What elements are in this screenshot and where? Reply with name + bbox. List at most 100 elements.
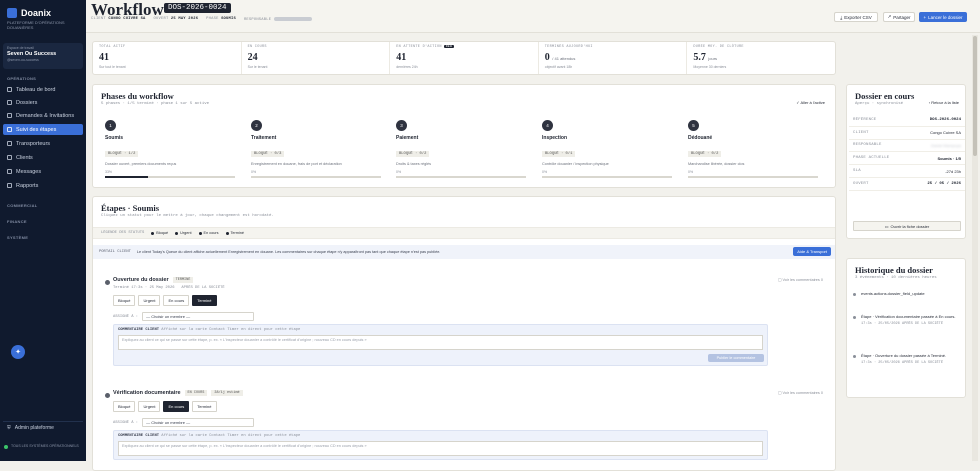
- detail-label: RÉFÉRENCE: [853, 117, 877, 122]
- phase-progress: [251, 176, 381, 178]
- share-label: Partager: [893, 14, 911, 20]
- phase-progress: [396, 176, 526, 178]
- phase-card[interactable]: 4 Inspection BLOQUÉ · 0/1 Contrôle douan…: [542, 120, 680, 178]
- step-header: Vérification documentaire EN COURS 38/1j e…: [113, 390, 833, 396]
- history-dot-icon: [853, 316, 856, 319]
- phase-meta-value: SOUMIS: [221, 17, 236, 21]
- date-meta-label: OUVERT: [153, 17, 169, 21]
- share-button[interactable]: ↗ Partager: [883, 12, 915, 22]
- phase-name: Inspection: [542, 135, 568, 141]
- step-meta-time: Terminé 17:3s · 25 May 2026: [113, 286, 175, 290]
- launch-dossier-button[interactable]: + Lancer le dossier: [919, 12, 967, 22]
- phase-card[interactable]: 1 Soumis BLOQUÉ · 1/2 Dossier ouvert, pr…: [105, 120, 243, 178]
- detail-value: 25 / 05 / 2026: [927, 181, 961, 186]
- stat-value: 41: [396, 52, 532, 63]
- history-text: Étape · Vérification documentaire passée…: [861, 314, 956, 319]
- comment-input[interactable]: Expliquez au client ce qui se passe sur …: [118, 441, 763, 456]
- stat-label-text: EN ATTENTE D'ACTION: [396, 45, 442, 49]
- stat-sub: objectif avant 18h: [544, 65, 573, 69]
- legend-item-label: Bloqué: [156, 231, 169, 235]
- users-icon: [7, 155, 12, 160]
- history-time-row: 17:3s · 25/05/2026 APRÈS DE LA SOCIÉTÉ: [855, 322, 961, 326]
- sidebar-item-messages[interactable]: Messages: [3, 166, 83, 177]
- view-comments-link[interactable]: ▢ Voir les commentaires 0: [778, 390, 823, 395]
- comment-hint: Affiché sur la carte Contact Timer en di…: [161, 328, 301, 332]
- system-status-text: TOUS LES SYSTÈMES OPÉRATIONNELS: [11, 444, 79, 448]
- step-item: Vérification documentaire EN COURS 38/1j e…: [105, 390, 833, 460]
- steps-card: Étapes · Soumis Cliquez un statut pour l…: [92, 196, 836, 471]
- sidebar-item-carriers[interactable]: Transporteurs: [3, 138, 83, 149]
- truck-icon: [7, 141, 12, 146]
- system-status: TOUS LES SYSTÈMES OPÉRATIONNELS: [4, 444, 82, 449]
- history-text: events.actions.dossier_field_update: [861, 291, 925, 296]
- phase-meta-label: PHASE: [206, 17, 219, 21]
- sidebar-item-dashboard[interactable]: Tableau de bord: [3, 84, 83, 95]
- phase-card[interactable]: 2 Traitement BLOQUÉ · 0/3 Enregistrement…: [251, 120, 389, 178]
- legend-dot-icon: [198, 231, 202, 235]
- stat-unit: jours: [708, 56, 718, 61]
- sidebar-item-label: Suivi des étapes: [16, 126, 57, 133]
- portal-banner: PORTAIL CLIENT Le client Today's Queue d…: [93, 245, 835, 259]
- status-done-button[interactable]: Terminé: [192, 295, 217, 306]
- launch-label: Lancer le dossier: [928, 14, 963, 20]
- sidebar-item-label: Transporteurs: [16, 140, 51, 147]
- sidebar-item-reports[interactable]: Rapports: [3, 180, 83, 191]
- scrollbar-thumb[interactable]: [973, 36, 977, 156]
- admin-platform-link[interactable]: ⛨ Admin plateforme: [3, 421, 83, 433]
- steps-icon: [7, 127, 12, 132]
- history-card: Historique du dossier 3 événements · 10 …: [846, 258, 966, 398]
- stat-number: 41: [396, 52, 407, 63]
- phase-card[interactable]: 3 Paiement BLOQUÉ · 0/2 Droits & taxes r…: [396, 120, 534, 178]
- status-done-button[interactable]: Terminé: [192, 401, 217, 412]
- plus-icon: +: [923, 14, 927, 20]
- detail-label: CLIENT: [853, 130, 869, 135]
- sidebar-item-dossiers[interactable]: Dossiers: [3, 97, 83, 108]
- status-inprogress-button[interactable]: En cours: [163, 401, 190, 412]
- workspace-switcher[interactable]: Espace de travail Seven Ou Success @seve…: [3, 43, 83, 69]
- section-operations[interactable]: OPÉRATIONS: [7, 76, 36, 81]
- dossier-details: RÉFÉRENCE DOS-2026-0024 CLIENT Congo Cuivr…: [849, 114, 965, 191]
- stat-value: 24: [248, 52, 384, 63]
- status-blocked-button[interactable]: Bloqué: [113, 295, 136, 306]
- section-system[interactable]: SYSTÈME: [7, 235, 28, 240]
- step-name: Ouverture du dossier: [113, 277, 169, 283]
- sidebar-item-steps[interactable]: Suivi des étapes: [3, 124, 83, 135]
- status-blocked-button[interactable]: Bloqué: [113, 401, 136, 412]
- status-urgent-button[interactable]: Urgent: [138, 401, 161, 412]
- phase-desc: Enregistrement en douane, frais de port …: [251, 162, 342, 166]
- comment-label: COMMENTAIRE CLIENT: [118, 328, 160, 332]
- section-finance[interactable]: FINANCE: [7, 219, 27, 224]
- comment-input[interactable]: Expliquez au client ce qui se passe sur …: [118, 335, 763, 350]
- phase-pct: 0%: [396, 170, 402, 174]
- stat-label: EN COURS: [247, 45, 267, 49]
- phase-number: 2: [251, 120, 262, 131]
- logo[interactable]: Doanix: [7, 8, 51, 18]
- section-commercial[interactable]: COMMERCIAL: [7, 203, 38, 208]
- legend-item-label: Urgent: [180, 231, 192, 235]
- assign-select[interactable]: — Choisir un membre —: [142, 418, 255, 427]
- go-active-link[interactable]: ✓ Aller à l'active: [796, 100, 825, 105]
- assign-label: ASSIGNÉ À :: [113, 420, 139, 425]
- phase-pct: 0%: [688, 170, 694, 174]
- file-icon: ▭: [884, 223, 889, 229]
- view-comments-link[interactable]: ▢ Voir les commentaires 0: [778, 277, 823, 282]
- assistant-button[interactable]: ✦: [11, 345, 25, 359]
- stat-value: 5.7 jours: [693, 52, 829, 63]
- status-urgent-button[interactable]: Urgent: [138, 295, 161, 306]
- sidebar-item-label: Dossiers: [16, 99, 38, 106]
- status-legend: LÉGENDE DES STATUTS Bloqué Urgent En cou…: [93, 227, 835, 239]
- assign-select[interactable]: — Choisir un membre —: [142, 312, 255, 321]
- sidebar-item-clients[interactable]: Clients: [3, 152, 83, 163]
- export-csv-button[interactable]: ⤓ Exporter CSV: [834, 12, 878, 22]
- sidebar-item-requests[interactable]: Demandes & Invitations: [3, 110, 83, 121]
- phase-card[interactable]: 5 Dédouané BLOQUÉ · 0/2 Marchandise libé…: [688, 120, 826, 178]
- open-dossier-button[interactable]: ▭ Ouvrir la fiche dossier: [853, 221, 961, 231]
- back-to-list-link[interactable]: ‹ Retour à la liste: [929, 100, 959, 105]
- portal-button[interactable]: Aide & Transport: [793, 247, 831, 256]
- publish-comment-button[interactable]: Publier le commentaire: [708, 354, 764, 362]
- history-time: 17:3s · 25/05/2026: [861, 360, 900, 365]
- step-badge: EN COURS: [184, 390, 208, 396]
- phase-tag: BLOQUÉ · 0/1: [542, 151, 576, 157]
- step-dot-icon: [105, 280, 110, 285]
- status-inprogress-button[interactable]: En cours: [163, 295, 190, 306]
